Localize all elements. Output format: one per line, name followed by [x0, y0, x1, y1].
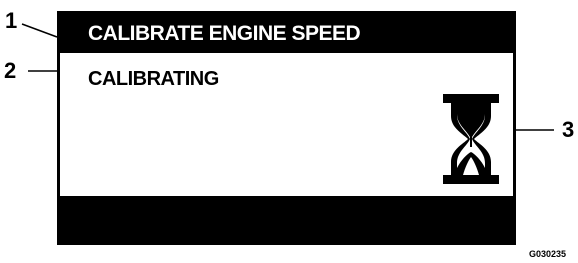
- hourglass-icon: [443, 94, 499, 184]
- callout-3: 3: [562, 117, 575, 142]
- screen-title: CALIBRATE ENGINE SPEED: [88, 22, 361, 45]
- status-message: CALIBRATING: [88, 68, 219, 90]
- content-area: CALIBRATING: [60, 53, 513, 196]
- title-bar: CALIBRATE ENGINE SPEED: [57, 11, 516, 53]
- callout-2: 2: [4, 58, 17, 83]
- display-screen: CALIBRATE ENGINE SPEED CALIBRATING: [57, 11, 516, 245]
- figure-id: G030235: [528, 249, 566, 259]
- callout-1: 1: [5, 8, 18, 33]
- bottom-bar: [57, 199, 516, 245]
